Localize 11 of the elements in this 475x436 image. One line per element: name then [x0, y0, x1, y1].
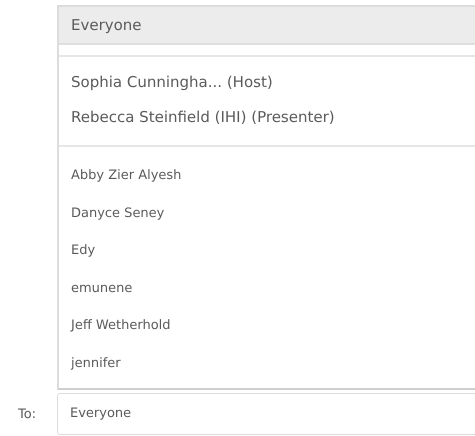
to-label: To: — [17, 406, 38, 422]
recipient-option[interactable]: Abby Zier Alyesh — [59, 157, 475, 194]
recipient-option[interactable]: Edy — [59, 232, 475, 270]
recipient-option[interactable]: Sophia Cunningha... (Host) — [59, 65, 475, 100]
recipient-option[interactable]: Danyce Seney — [59, 194, 475, 232]
recipient-option[interactable]: Rebecca Steinfield (IHI) (Presenter) — [59, 100, 475, 135]
recipient-option[interactable]: emunene — [59, 270, 475, 307]
recipient-option[interactable]: jennifer — [59, 344, 475, 382]
recipient-option[interactable]: Everyone — [59, 7, 475, 45]
recipient-option[interactable]: Jeff Wetherhold — [59, 307, 475, 344]
recipient-field[interactable]: Everyone — [57, 393, 475, 435]
